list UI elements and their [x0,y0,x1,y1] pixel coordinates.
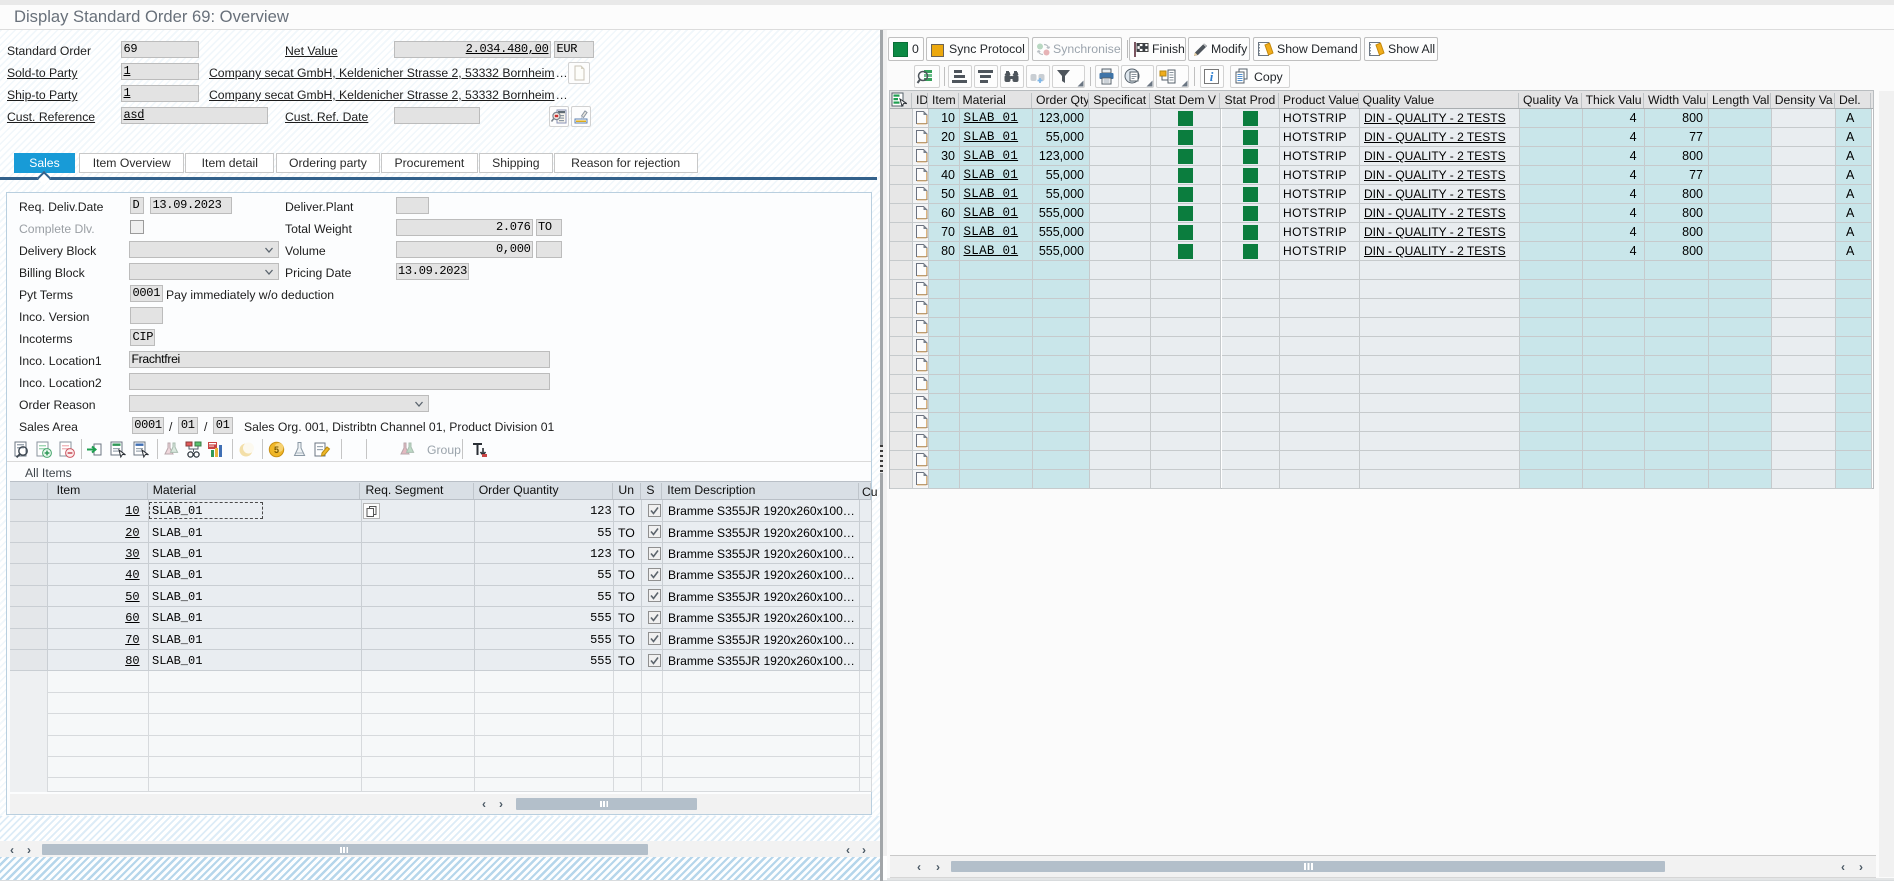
svg-text:5: 5 [274,445,279,455]
svg-text:i: i [1210,69,1214,84]
